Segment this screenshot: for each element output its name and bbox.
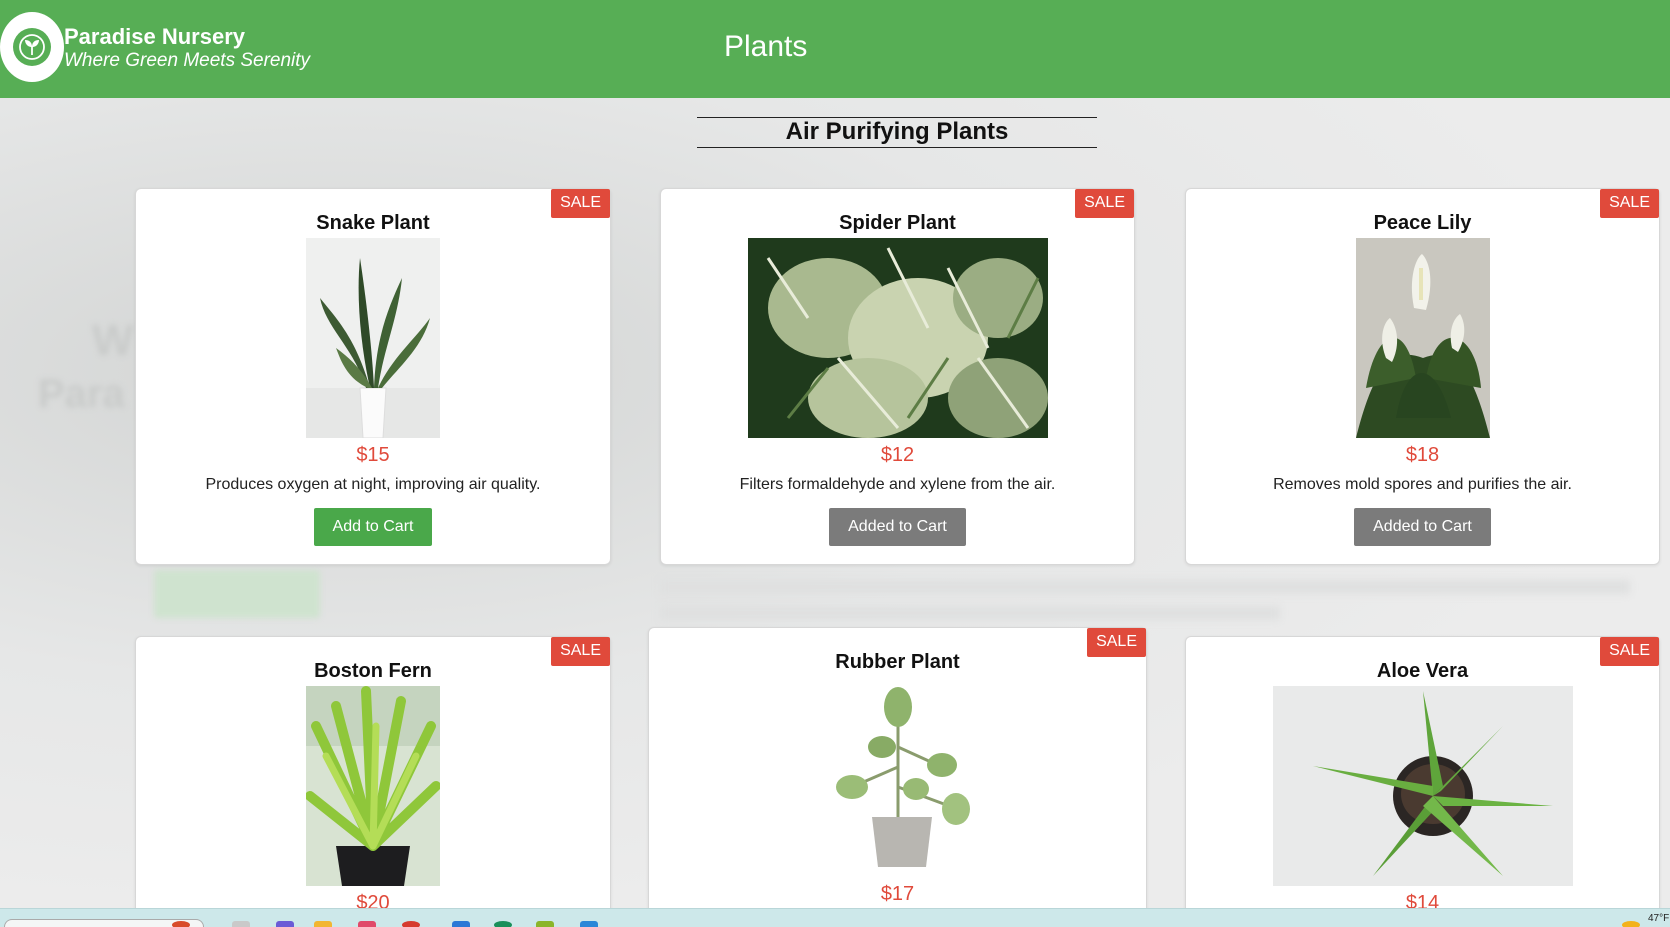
brand-name: Paradise Nursery xyxy=(64,24,245,49)
background-ghost-button xyxy=(154,570,320,618)
product-card: SALE Peace Lily $18 Removes mold spores … xyxy=(1185,188,1660,565)
background-ghost-line xyxy=(660,580,1630,594)
add-to-cart-button[interactable]: Add to Cart xyxy=(313,508,433,546)
app-icon[interactable] xyxy=(494,921,512,927)
product-name: Spider Plant xyxy=(839,212,956,234)
product-name: Boston Fern xyxy=(314,660,432,682)
product-card: SALE Snake Plant $15 Produces oxygen at … xyxy=(135,188,611,565)
added-to-cart-button[interactable]: Added to Cart xyxy=(1354,508,1491,546)
weather-temperature: 47°F xyxy=(1648,913,1670,924)
code-editor-icon[interactable] xyxy=(580,921,598,927)
brand-tagline: Where Green Meets Serenity xyxy=(64,50,311,71)
background-ghost-line xyxy=(660,606,1280,620)
product-description: Removes mold spores and purifies the air… xyxy=(1273,476,1572,493)
category-heading: Air Purifying Plants xyxy=(697,117,1097,148)
background-ghost-text: W xyxy=(92,316,134,365)
product-price: $18 xyxy=(1405,444,1440,466)
browser-icon[interactable] xyxy=(402,921,420,927)
aloe-vera-image xyxy=(1272,686,1573,886)
sale-badge: SALE xyxy=(1600,637,1659,666)
product-price: $17 xyxy=(880,883,915,905)
product-name: Peace Lily xyxy=(1373,212,1472,234)
sale-badge: SALE xyxy=(551,189,610,218)
sale-badge: SALE xyxy=(1087,628,1146,657)
product-card: SALE Spider Plant $12 Filters formaldehy… xyxy=(660,188,1135,565)
added-to-cart-button[interactable]: Added to Cart xyxy=(829,508,966,546)
product-name: Snake Plant xyxy=(316,212,430,234)
app-icon[interactable] xyxy=(358,921,376,927)
app-icon[interactable] xyxy=(536,921,554,927)
rubber-plant-image xyxy=(791,677,1004,877)
background-ghost-text: Para xyxy=(38,372,125,416)
product-card: SALE Rubber Plant $17 xyxy=(648,627,1147,927)
nav-plants-link[interactable]: Plants xyxy=(724,30,807,64)
sale-badge: SALE xyxy=(551,637,610,666)
product-price: $15 xyxy=(356,444,390,466)
sprout-icon xyxy=(19,34,45,60)
product-card: SALE Aloe Vera $14 xyxy=(1185,636,1660,927)
boston-fern-image xyxy=(306,686,440,886)
app-icon[interactable] xyxy=(172,921,190,927)
product-name: Rubber Plant xyxy=(835,651,960,673)
product-description: Filters formaldehyde and xylene from the… xyxy=(739,476,1056,493)
app-icon[interactable] xyxy=(232,921,250,927)
os-taskbar: 47°F xyxy=(0,908,1670,927)
spider-plant-image xyxy=(747,238,1048,438)
folder-icon[interactable] xyxy=(314,921,332,927)
sale-badge: SALE xyxy=(1075,189,1134,218)
brand[interactable]: Paradise Nursery Where Green Meets Seren… xyxy=(64,24,310,72)
product-card: SALE Boston Fern $20 xyxy=(135,636,611,927)
product-price: $12 xyxy=(880,444,915,466)
logo[interactable] xyxy=(0,12,64,82)
app-icon[interactable] xyxy=(452,921,470,927)
app-icon[interactable] xyxy=(276,921,294,927)
sale-badge: SALE xyxy=(1600,189,1659,218)
product-name: Aloe Vera xyxy=(1376,660,1469,682)
snake-plant-image xyxy=(306,238,440,438)
site-header: Paradise Nursery Where Green Meets Seren… xyxy=(0,0,1670,98)
weather-icon[interactable] xyxy=(1622,921,1640,927)
peace-lily-image xyxy=(1355,238,1490,438)
product-description: Produces oxygen at night, improving air … xyxy=(205,476,541,493)
